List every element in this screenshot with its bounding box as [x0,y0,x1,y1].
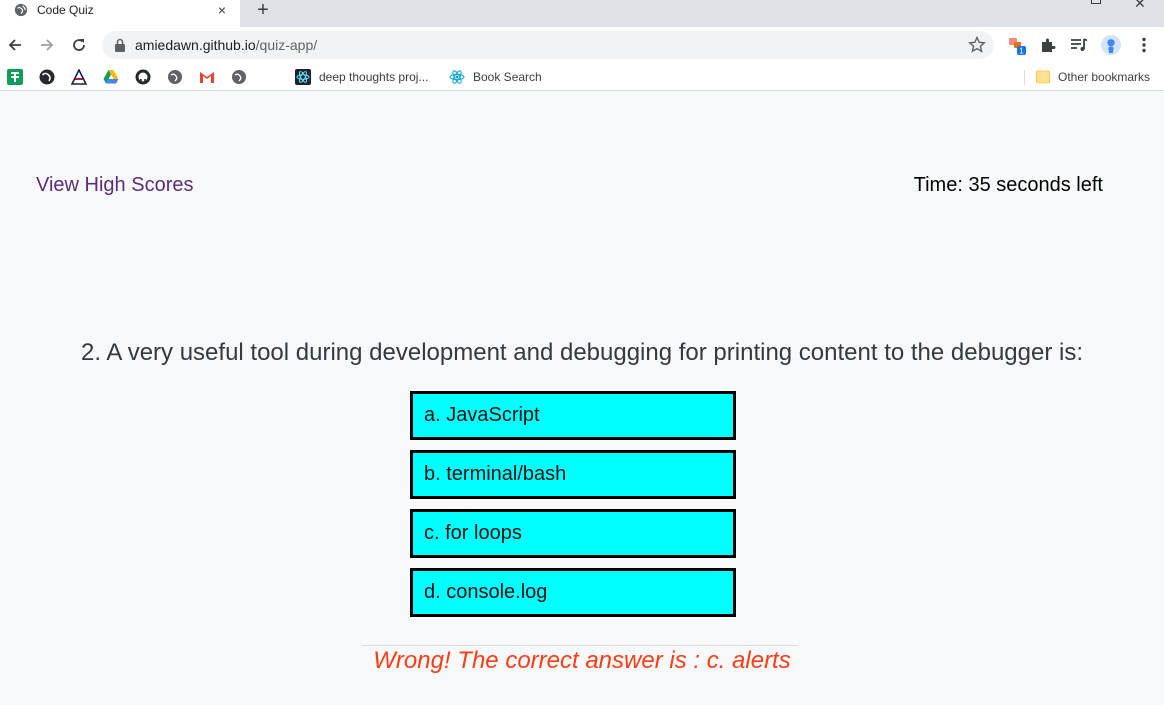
url-text: amiedawn.github.io/quiz-app/ [135,37,317,53]
tab-strip: Code Quiz × + ✕ [0,0,1164,27]
tab-title: Code Quiz [37,3,94,17]
close-window-icon[interactable]: ✕ [1134,0,1146,12]
react-icon [449,70,465,84]
reload-icon [73,39,85,51]
gmail-bookmark-icon[interactable] [199,69,215,85]
folder-icon [1036,70,1050,84]
media-queue-icon [1071,38,1088,51]
answer-list: a. JavaScript b. terminal/bash c. for lo… [410,391,736,627]
globe-icon [14,3,28,17]
university-bookmark-icon[interactable] [71,69,87,85]
answer-a-button[interactable]: a. JavaScript [410,391,736,440]
profile-avatar[interactable] [1101,35,1121,55]
maximize-window-icon[interactable] [1091,0,1101,4]
github-bookmark-icon[interactable] [135,69,151,85]
feedback-divider [362,645,798,646]
bookmark-label: deep thoughts proj... [319,70,429,84]
view-high-scores-link[interactable]: View High Scores [36,174,193,197]
quiz-page: View High Scores Time: 35 seconds left 2… [0,96,1164,705]
answer-b-button[interactable]: b. terminal/bash [410,450,736,499]
browser-tab[interactable]: Code Quiz × [0,0,240,27]
media-queue-button[interactable] [1069,35,1089,55]
url-path: /quiz-app/ [255,37,318,53]
other-bookmarks-label: Other bookmarks [1058,70,1151,84]
back-arrow-icon [8,39,21,51]
kebab-menu-icon[interactable] [1134,35,1154,55]
close-tab-icon[interactable]: × [214,2,230,18]
google-sheets-bookmark-icon[interactable] [7,69,23,85]
answer-c-button[interactable]: c. for loops [410,509,736,558]
answer-feedback: Wrong! The correct answer is : c. alerts [373,647,791,674]
back-button[interactable] [5,35,25,55]
globe-bookmark-icon-2[interactable] [231,69,247,85]
new-tab-button[interactable]: + [252,0,274,22]
other-bookmarks[interactable]: Other bookmarks [1036,69,1150,85]
bookmark-book-search[interactable]: Book Search [449,69,542,85]
google-drive-bookmark-icon[interactable] [103,69,119,85]
puzzle-icon [1042,38,1056,52]
timer-text: Time: 35 seconds left [913,174,1103,196]
extension-badge-icon[interactable]: 1 [1008,35,1028,55]
forward-button[interactable] [37,35,57,55]
extensions-button[interactable] [1038,35,1058,55]
globe-bookmark-icon[interactable] [167,69,183,85]
github-dark-bookmark-icon[interactable] [39,69,55,85]
browser-toolbar: amiedawn.github.io/quiz-app/ 1 [0,27,1164,63]
reload-button[interactable] [69,35,89,55]
answer-d-button[interactable]: d. console.log [410,568,736,617]
lock-icon [115,38,125,52]
react-icon [295,69,311,85]
bookmark-star-icon[interactable] [968,36,986,54]
extension-badge-count: 1 [1019,47,1024,56]
url-host: amiedawn.github.io [135,37,256,53]
forward-arrow-icon [41,39,54,51]
address-bar[interactable]: amiedawn.github.io/quiz-app/ [102,31,994,59]
bookmarks-bar: deep thoughts proj... Book Search Other … [0,63,1164,91]
question-text: 2. A very useful tool during development… [80,339,1084,366]
bookmark-deep-thoughts[interactable]: deep thoughts proj... [295,69,428,85]
bookmarks-divider [1024,70,1025,85]
bookmark-label: Book Search [473,70,542,84]
